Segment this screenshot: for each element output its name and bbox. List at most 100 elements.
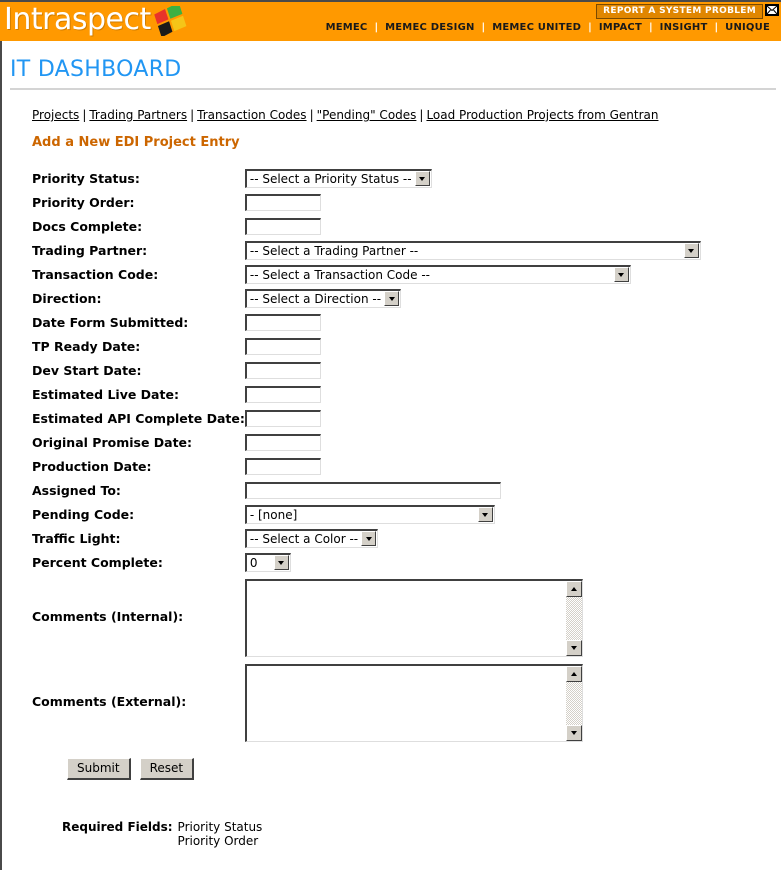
priority-status-select[interactable]: -- Select a Priority Status --: [244, 168, 432, 188]
nav-item-memec-design[interactable]: MEMEC DESIGN: [378, 22, 481, 33]
breadcrumb-link-pending-codes[interactable]: "Pending" Codes: [317, 108, 417, 122]
priority-order-input[interactable]: [244, 193, 321, 211]
nav-item-impact[interactable]: IMPACT: [592, 22, 649, 33]
form-row-tp-ready-date: TP Ready Date:: [32, 334, 701, 358]
scroll-down-icon[interactable]: [565, 640, 582, 656]
required-field-item: Priority Order: [177, 834, 259, 848]
form-row-comments-external: Comments (External):: [32, 659, 701, 744]
label-dev-start-date: Dev Start Date:: [32, 362, 142, 378]
form-row-production-date: Production Date:: [32, 454, 701, 478]
chevron-down-icon[interactable]: [613, 267, 629, 282]
label-estimated-live-date: Estimated Live Date:: [32, 386, 179, 402]
chevron-down-icon[interactable]: [414, 171, 430, 186]
traffic-light-value: -- Select a Color --: [249, 531, 359, 546]
form-row-assigned-to: Assigned To:: [32, 478, 701, 502]
form-row-pending-code: Pending Code: - [none]: [32, 502, 701, 526]
traffic-light-select[interactable]: -- Select a Color --: [244, 528, 379, 548]
direction-value: -- Select a Direction --: [249, 291, 382, 306]
form-row-direction: Direction: -- Select a Direction --: [32, 286, 701, 310]
report-system-problem-button[interactable]: REPORT A SYSTEM PROBLEM: [596, 4, 763, 19]
submit-button[interactable]: Submit: [67, 758, 131, 780]
chevron-down-icon[interactable]: [477, 507, 493, 522]
scroll-down-icon[interactable]: [565, 725, 582, 741]
production-date-input[interactable]: [244, 457, 321, 475]
comments-internal-textarea-wrap: [244, 579, 583, 657]
form-row-trading-partner: Trading Partner: -- Select a Trading Par…: [32, 238, 701, 262]
form-row-estimated-api-complete-date: Estimated API Complete Date:: [32, 406, 701, 430]
breadcrumb-separator: |: [309, 108, 314, 122]
form-row-date-form-submitted: Date Form Submitted:: [32, 310, 701, 334]
breadcrumb-separator: |: [419, 108, 424, 122]
pending-code-value: - [none]: [249, 507, 298, 522]
comments-external-scrollbar[interactable]: [565, 666, 582, 741]
label-direction: Direction:: [32, 290, 102, 306]
form-row-percent-complete: Percent Complete: 0: [32, 550, 701, 574]
comments-internal-scrollbar[interactable]: [565, 581, 582, 656]
nav-item-unique[interactable]: UNIQUE: [718, 22, 777, 33]
scroll-up-icon[interactable]: [565, 581, 582, 597]
windows-flag-icon: [153, 2, 187, 40]
label-production-date: Production Date:: [32, 458, 152, 474]
comments-external-textarea-wrap: [244, 664, 583, 742]
label-assigned-to: Assigned To:: [32, 482, 121, 498]
docs-complete-input[interactable]: [244, 217, 321, 235]
form-row-estimated-live-date: Estimated Live Date:: [32, 382, 701, 406]
page-title: IT DASHBOARD: [10, 57, 182, 82]
label-tp-ready-date: TP Ready Date:: [32, 338, 141, 354]
trading-partner-select[interactable]: -- Select a Trading Partner --: [244, 240, 701, 260]
breadcrumb-link-load-production-projects[interactable]: Load Production Projects from Gentran: [426, 108, 658, 122]
chevron-down-icon[interactable]: [273, 555, 289, 570]
label-original-promise-date: Original Promise Date:: [32, 434, 193, 450]
chevron-down-icon[interactable]: [384, 291, 400, 306]
nav-item-insight[interactable]: INSIGHT: [653, 22, 715, 33]
percent-complete-value: 0: [249, 555, 258, 570]
label-priority-order: Priority Order:: [32, 194, 135, 210]
nav-item-memec[interactable]: MEMEC: [319, 22, 375, 33]
priority-status-value: -- Select a Priority Status --: [249, 171, 412, 186]
breadcrumb-link-projects[interactable]: Projects: [32, 108, 79, 122]
percent-complete-select[interactable]: 0: [244, 552, 291, 572]
edi-project-form: Priority Status: -- Select a Priority St…: [2, 166, 781, 848]
estimated-api-complete-date-input[interactable]: [244, 409, 321, 427]
label-estimated-api-complete-date: Estimated API Complete Date:: [32, 410, 245, 426]
date-form-submitted-input[interactable]: [244, 313, 321, 331]
site-header: Intraspect REPORT A SYSTEM PROBLEM MEMEC…: [0, 0, 781, 41]
form-row-traffic-light: Traffic Light: -- Select a Color --: [32, 526, 701, 550]
assigned-to-input[interactable]: [244, 481, 501, 499]
site-logo[interactable]: Intraspect: [4, 2, 187, 40]
logo-text: Intraspect: [4, 2, 151, 37]
comments-internal-textarea[interactable]: [246, 581, 566, 656]
direction-select[interactable]: -- Select a Direction --: [244, 288, 402, 308]
breadcrumb-separator: |: [190, 108, 195, 122]
page-body: IT DASHBOARD Projects | Trading Partners | T…: [0, 41, 781, 870]
chevron-down-icon[interactable]: [683, 243, 699, 258]
required-field-item: Priority Status: [177, 820, 263, 834]
envelope-icon[interactable]: [765, 4, 779, 16]
label-pending-code: Pending Code:: [32, 506, 135, 522]
form-row-docs-complete: Docs Complete:: [32, 214, 701, 238]
label-comments-internal: Comments (Internal):: [32, 609, 184, 624]
trading-partner-value: -- Select a Trading Partner --: [249, 243, 419, 258]
primary-nav: MEMEC | MEMEC DESIGN | MEMEC UNITED | IM…: [319, 22, 777, 33]
chevron-down-icon[interactable]: [361, 531, 377, 546]
form-row-original-promise-date: Original Promise Date:: [32, 430, 701, 454]
nav-item-memec-united[interactable]: MEMEC UNITED: [485, 22, 588, 33]
section-heading: Add a New EDI Project Entry: [32, 135, 240, 150]
label-date-form-submitted: Date Form Submitted:: [32, 314, 189, 330]
form-actions: Submit Reset: [32, 744, 781, 780]
original-promise-date-input[interactable]: [244, 433, 321, 451]
comments-external-textarea[interactable]: [246, 666, 566, 741]
form-row-transaction-code: Transaction Code: -- Select a Transactio…: [32, 262, 701, 286]
reset-button[interactable]: Reset: [139, 758, 195, 780]
tp-ready-date-input[interactable]: [244, 337, 321, 355]
scroll-up-icon[interactable]: [565, 666, 582, 682]
transaction-code-select[interactable]: -- Select a Transaction Code --: [244, 264, 631, 284]
dev-start-date-input[interactable]: [244, 361, 321, 379]
pending-code-select[interactable]: - [none]: [244, 504, 495, 524]
breadcrumb-link-trading-partners[interactable]: Trading Partners: [89, 108, 187, 122]
report-system-problem-label: REPORT A SYSTEM PROBLEM: [603, 6, 756, 16]
label-transaction-code: Transaction Code:: [32, 266, 159, 282]
breadcrumb-link-transaction-codes[interactable]: Transaction Codes: [197, 108, 306, 122]
form-row-priority-status: Priority Status: -- Select a Priority St…: [32, 166, 701, 190]
estimated-live-date-input[interactable]: [244, 385, 321, 403]
